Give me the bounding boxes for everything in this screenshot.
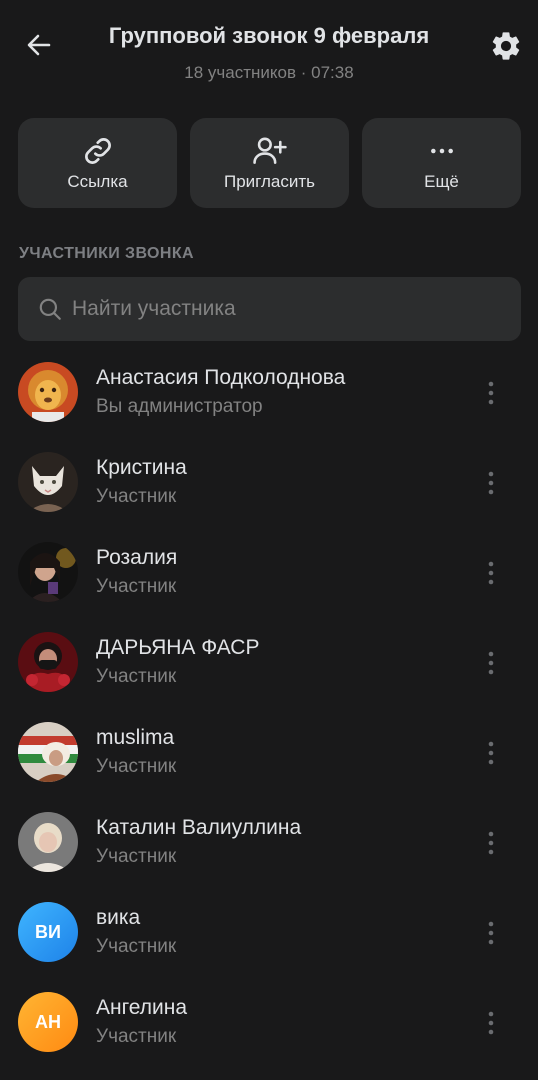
- participant-name: Каталин Валиуллина: [96, 816, 302, 839]
- participant-role: Вы администратор: [96, 396, 263, 417]
- participant-name: вика: [96, 906, 141, 929]
- participant-menu-button[interactable]: [476, 916, 506, 950]
- participant-name: ДАРЬЯНА ФАСР: [96, 636, 260, 659]
- participant-row[interactable]: ДАРЬЯНА ФАСР Участник: [0, 618, 538, 708]
- participant-role: Участник: [96, 666, 177, 687]
- avatar-initials: ВИ: [35, 921, 61, 942]
- more-vertical-icon: [488, 741, 494, 765]
- search-bar[interactable]: [18, 277, 521, 341]
- link-button[interactable]: Ссылка: [18, 118, 177, 208]
- settings-button[interactable]: [484, 24, 528, 68]
- participant-menu-button[interactable]: [476, 376, 506, 410]
- avatar: [18, 722, 78, 782]
- participant-name: Розалия: [96, 546, 178, 569]
- participant-role: Участник: [96, 576, 177, 597]
- participant-row[interactable]: АН Ангелина Участник: [0, 978, 538, 1068]
- avatar: [18, 632, 78, 692]
- avatar: [18, 542, 78, 602]
- participant-name: Ангелина: [96, 996, 188, 1019]
- more-vertical-icon: [488, 561, 494, 585]
- avatar-initials: АН: [35, 1011, 61, 1032]
- section-title: УЧАСТНИКИ ЗВОНКА: [19, 245, 194, 262]
- more-button[interactable]: Ещё: [362, 118, 521, 208]
- more-vertical-icon: [488, 651, 494, 675]
- arrow-left-icon: [27, 34, 51, 56]
- call-info: 18 участников · 07:38: [184, 63, 354, 82]
- gear-icon: [492, 32, 520, 60]
- participant-menu-button[interactable]: [476, 556, 506, 590]
- avatar: [18, 812, 78, 872]
- participant-name: muslima: [96, 726, 175, 749]
- participants-list: Анастасия Подколоднова Вы администратор …: [0, 348, 538, 1068]
- participant-menu-button[interactable]: [476, 1006, 506, 1040]
- participant-name: Анастасия Подколоднова: [96, 366, 346, 389]
- avatar: АН: [18, 992, 78, 1052]
- more-horizontal-icon: [430, 148, 453, 154]
- page-title: Групповой звонок 9 февраля: [108, 23, 430, 48]
- more-vertical-icon: [488, 1011, 494, 1035]
- invite-button[interactable]: Пригласить: [190, 118, 349, 208]
- participant-menu-button[interactable]: [476, 466, 506, 500]
- avatar: [18, 452, 78, 512]
- participant-role: Участник: [96, 486, 177, 507]
- search-input[interactable]: [70, 296, 521, 322]
- search-icon: [36, 295, 64, 323]
- participant-role: Участник: [96, 756, 177, 777]
- more-button-label: Ещё: [424, 172, 459, 191]
- avatar: [18, 362, 78, 422]
- participant-menu-button[interactable]: [476, 826, 506, 860]
- participant-name: Кристина: [96, 456, 187, 479]
- participant-menu-button[interactable]: [476, 646, 506, 680]
- participant-role: Участник: [96, 846, 177, 867]
- participant-row[interactable]: Розалия Участник: [0, 528, 538, 618]
- invite-button-label: Пригласить: [223, 172, 315, 191]
- participant-row[interactable]: muslima Участник: [0, 708, 538, 798]
- more-vertical-icon: [488, 921, 494, 945]
- link-icon: [84, 138, 111, 164]
- back-button[interactable]: [18, 24, 60, 66]
- more-vertical-icon: [488, 471, 494, 495]
- participant-menu-button[interactable]: [476, 736, 506, 770]
- more-vertical-icon: [488, 831, 494, 855]
- avatar: ВИ: [18, 902, 78, 962]
- more-vertical-icon: [488, 381, 494, 405]
- participant-row[interactable]: Анастасия Подколоднова Вы администратор: [0, 348, 538, 438]
- action-bar: Ссылка Пригласить Ещё: [18, 118, 521, 208]
- participant-row[interactable]: Кристина Участник: [0, 438, 538, 528]
- link-button-label: Ссылка: [67, 172, 128, 191]
- participant-row[interactable]: Каталин Валиуллина Участник: [0, 798, 538, 888]
- participant-row[interactable]: ВИ вика Участник: [0, 888, 538, 978]
- participant-role: Участник: [96, 1026, 177, 1047]
- participant-role: Участник: [96, 936, 177, 957]
- header: Групповой звонок 9 февраля 18 участников…: [0, 0, 538, 100]
- add-user-icon: [252, 137, 287, 164]
